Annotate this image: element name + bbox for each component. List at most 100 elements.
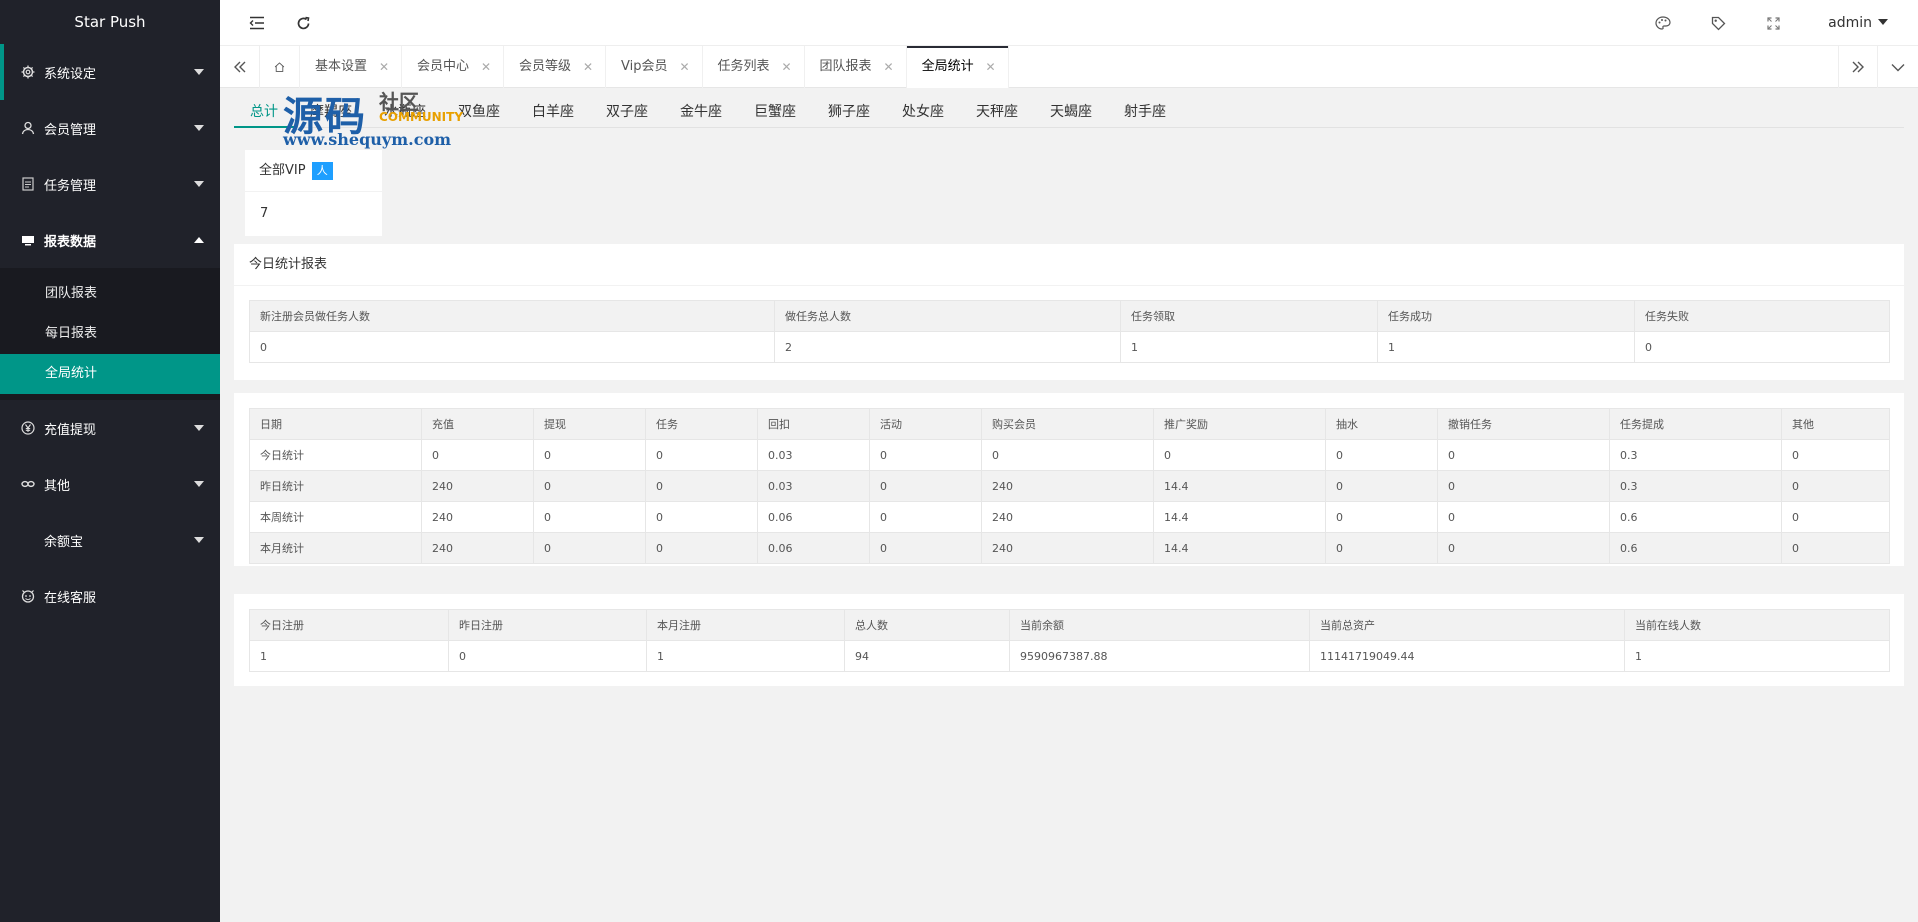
tab-virgo[interactable]: 处女座	[886, 96, 960, 128]
table-cell: 昨日统计	[249, 470, 422, 502]
menu-recharge-withdraw[interactable]: 充值提现	[0, 400, 220, 456]
column-header: 当前余额	[1009, 609, 1310, 641]
tab-capricorn[interactable]: 摩羯座	[294, 96, 368, 128]
close-icon[interactable]: ✕	[379, 46, 389, 88]
table-cell: 0	[1325, 501, 1438, 533]
table-cell: 0.6	[1609, 501, 1782, 533]
registration-stats-panel: 今日注册 昨日注册 本月注册 总人数 当前余额 当前总资产 当前在线人数 1 0…	[234, 594, 1904, 686]
tab-scorpio[interactable]: 天蝎座	[1034, 96, 1108, 128]
tabs-scroll-left-icon[interactable]	[220, 46, 260, 88]
column-header: 昨日注册	[448, 609, 647, 641]
tab-aries[interactable]: 白羊座	[516, 96, 590, 128]
table-cell: 2	[774, 331, 1121, 363]
table-cell: 0	[1325, 470, 1438, 502]
table-row: 本周统计 240 0 0 0.06 0 240 14.4 0 0 0.6 0	[249, 501, 1890, 533]
sidebar-item-team-report[interactable]: 团队报表	[0, 274, 220, 314]
chevron-down-icon	[194, 125, 204, 131]
tab-total[interactable]: 总计	[234, 96, 294, 128]
sidebar-item-daily-report[interactable]: 每日报表	[0, 314, 220, 354]
column-header: 任务领取	[1120, 300, 1378, 332]
column-header: 任务成功	[1377, 300, 1635, 332]
report-icon	[20, 232, 36, 248]
tab-aquarius[interactable]: 水瓶座	[368, 96, 442, 128]
table-cell: 0	[1437, 439, 1610, 471]
table-cell: 本周统计	[249, 501, 422, 533]
close-icon[interactable]: ✕	[781, 46, 791, 88]
tab-member-center[interactable]: 会员中心 ✕	[402, 46, 505, 88]
table-cell: 0	[249, 331, 775, 363]
tab-leo[interactable]: 狮子座	[812, 96, 886, 128]
menu-report-data[interactable]: 报表数据	[0, 212, 220, 268]
menu-online-support[interactable]: 在线客服	[0, 568, 220, 624]
sidebar: Star Push 系统设定 会员管理 任务管理 报表数据 团队报表 每日报表 …	[0, 0, 220, 922]
sidebar-item-global-stats[interactable]: 全局统计	[0, 354, 220, 394]
chevron-down-icon	[1878, 19, 1888, 25]
panel-title: 今日统计报表	[234, 244, 1904, 286]
table-cell: 0	[1634, 331, 1890, 363]
chevron-down-icon	[194, 181, 204, 187]
close-icon[interactable]: ✕	[679, 46, 689, 88]
close-icon[interactable]: ✕	[986, 46, 996, 88]
tab-gemini[interactable]: 双子座	[590, 96, 664, 128]
menu-label: 其他	[44, 478, 71, 494]
zodiac-tabs: 总计 摩羯座 水瓶座 双鱼座 白羊座 双子座 金牛座 巨蟹座 狮子座 处女座 天…	[234, 96, 1904, 128]
table-row: 本月统计 240 0 0 0.06 0 240 14.4 0 0 0.6 0	[249, 532, 1890, 564]
menu-member-management[interactable]: 会员管理	[0, 100, 220, 156]
table-cell: 14.4	[1153, 532, 1326, 564]
menu-system-settings[interactable]: 系统设定	[0, 44, 220, 100]
table-cell: 0	[869, 532, 982, 564]
tab-sagittarius[interactable]: 射手座	[1108, 96, 1182, 128]
table-cell: 240	[981, 470, 1154, 502]
chevron-down-icon	[194, 69, 204, 75]
tag-icon[interactable]	[1695, 0, 1741, 46]
column-header: 总人数	[844, 609, 1010, 641]
table-cell: 94	[844, 640, 1010, 672]
tab-pisces[interactable]: 双鱼座	[442, 96, 516, 128]
table-header-row: 新注册会员做任务人数 做任务总人数 任务领取 任务成功 任务失败	[249, 300, 1890, 332]
tab-global-stats[interactable]: 全局统计 ✕	[906, 46, 1009, 88]
vip-unit-badge: 人	[311, 162, 333, 180]
period-stats-panel: 日期 充值 提现 任务 回扣 活动 购买会员 推广奖励 抽水 撤销任务 任务提成…	[234, 393, 1904, 566]
menu-task-management[interactable]: 任务管理	[0, 156, 220, 212]
table-cell: 1	[249, 640, 449, 672]
column-header: 任务	[645, 408, 758, 440]
gear-icon	[20, 64, 36, 80]
tab-team-report[interactable]: 团队报表 ✕	[805, 46, 907, 88]
table-cell: 0	[645, 532, 758, 564]
tab-member-level[interactable]: 会员等级 ✕	[504, 46, 607, 88]
table-cell: 1	[1120, 331, 1378, 363]
user-menu[interactable]: admin	[1828, 0, 1888, 46]
menu-label: 余额宝	[44, 534, 84, 550]
close-icon[interactable]: ✕	[481, 46, 491, 88]
tab-cancer[interactable]: 巨蟹座	[738, 96, 812, 128]
table-cell: 1	[646, 640, 845, 672]
fullscreen-icon[interactable]	[1750, 0, 1796, 46]
vip-count-value: 7	[260, 206, 269, 221]
tabs-scroll-right-icon[interactable]	[1838, 46, 1878, 88]
collapse-sidebar-icon[interactable]	[234, 0, 280, 46]
tab-libra[interactable]: 天秤座	[960, 96, 1034, 128]
tab-home[interactable]	[260, 46, 300, 88]
column-header: 回扣	[757, 408, 870, 440]
table-cell: 0	[645, 439, 758, 471]
table-cell: 本月统计	[249, 532, 422, 564]
yen-icon	[20, 420, 36, 436]
table-cell: 今日统计	[249, 439, 422, 471]
tab-taurus[interactable]: 金牛座	[664, 96, 738, 128]
table-cell: 0	[645, 470, 758, 502]
app-logo: Star Push	[74, 13, 146, 31]
table-cell: 0	[421, 439, 534, 471]
close-icon[interactable]: ✕	[884, 46, 894, 88]
tab-basic-settings[interactable]: 基本设置 ✕	[300, 46, 403, 88]
menu-other[interactable]: 其他	[0, 456, 220, 512]
tab-vip-member[interactable]: Vip会员 ✕	[606, 46, 703, 88]
tab-task-list[interactable]: 任务列表 ✕	[703, 46, 805, 88]
column-header: 当前在线人数	[1624, 609, 1890, 641]
refresh-icon[interactable]	[280, 0, 326, 46]
menu-yuebao[interactable]: 余额宝	[0, 512, 220, 568]
theme-palette-icon[interactable]	[1640, 0, 1686, 46]
table-cell: 0	[869, 501, 982, 533]
close-icon[interactable]: ✕	[583, 46, 593, 88]
column-header: 任务提成	[1609, 408, 1782, 440]
tabs-dropdown-icon[interactable]	[1878, 46, 1918, 88]
